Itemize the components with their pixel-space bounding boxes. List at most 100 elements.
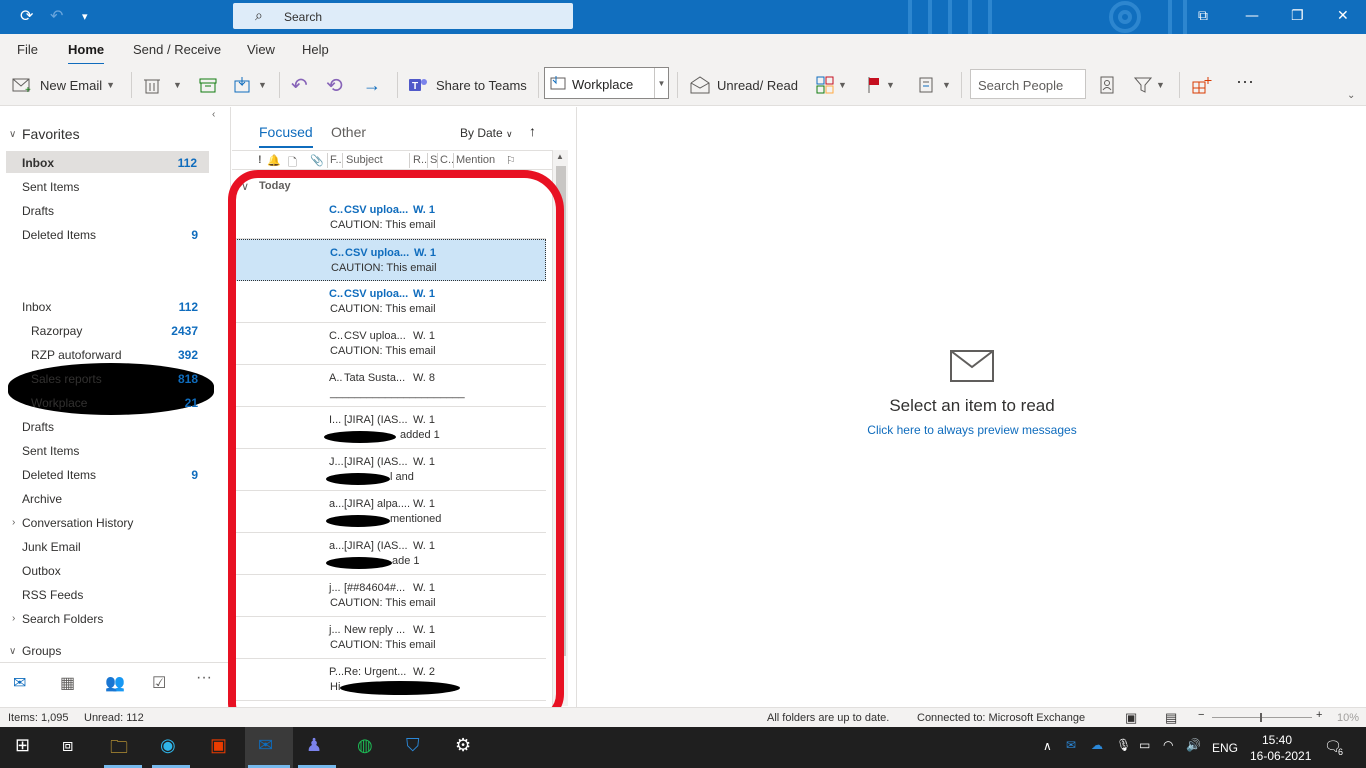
from-column[interactable]: F..	[330, 154, 342, 166]
ribbon-display-icon[interactable]: ⧉	[1198, 8, 1208, 24]
folder-sales-reports[interactable]: Sales reports 818	[0, 367, 210, 389]
move-button[interactable]: ▼	[234, 74, 267, 96]
tab-other[interactable]: Other	[331, 124, 366, 140]
reading-view-icon[interactable]: ▤	[1165, 710, 1177, 726]
windows-start-icon[interactable]: ⊞	[15, 735, 30, 756]
undo-icon[interactable]: ↶	[50, 6, 63, 26]
folder-razorpay[interactable]: Razorpay 2437	[0, 319, 210, 341]
icon-column-icon[interactable]: 🗋	[288, 154, 297, 173]
mention-column[interactable]: Mention	[456, 154, 495, 166]
collapse-pane-icon[interactable]: ‹	[212, 109, 215, 120]
scroll-thumb[interactable]	[556, 166, 566, 656]
sort-by-dropdown[interactable]: By Date ∨	[460, 126, 513, 140]
tasks-icon[interactable]: ☑	[152, 673, 166, 693]
message-row[interactable]: C.. CSV uploa... W. 1 CAUTION: This email	[232, 197, 546, 239]
scroll-up-icon[interactable]: ▲	[556, 152, 564, 161]
folder-conversation-history[interactable]: Conversation History	[0, 511, 210, 533]
attachment-column-icon[interactable]: 📎	[310, 154, 324, 167]
chevron-down-icon[interactable]: ▼	[654, 68, 668, 98]
settings-icon[interactable]: ⚙	[455, 735, 471, 756]
get-add-ins-button[interactable]	[1192, 74, 1212, 96]
folder-drafts[interactable]: Drafts	[0, 415, 210, 437]
move-to-folder-select[interactable]: Workplace ▼	[544, 67, 669, 99]
message-row[interactable]: C.. CSV uploa... W. 1 CAUTION: This email	[232, 239, 546, 281]
reply-icon[interactable]: ↶	[291, 74, 308, 97]
people-icon[interactable]: 👥	[105, 673, 125, 693]
folder-sent-items[interactable]: Sent Items	[0, 439, 210, 461]
flag-column-icon[interactable]: ⚐	[506, 154, 516, 167]
outlook-icon[interactable]: ✉	[258, 735, 273, 756]
minimize-button[interactable]: —	[1245, 8, 1259, 24]
folder-outbox[interactable]: Outbox	[0, 559, 210, 581]
spotify-icon[interactable]: ◍	[357, 735, 373, 756]
outlook-tray-icon[interactable]: ✉	[1066, 738, 1076, 752]
tab-file[interactable]: File	[17, 42, 38, 57]
zoom-out-icon[interactable]: −	[1198, 709, 1204, 721]
categories-column[interactable]: C..	[440, 154, 454, 166]
language-indicator[interactable]: ENG	[1212, 741, 1238, 755]
tab-help[interactable]: Help	[302, 42, 329, 57]
teams-taskbar-icon[interactable]: ♟	[306, 735, 322, 756]
mail-icon[interactable]: ✉	[13, 673, 26, 693]
more-apps-icon[interactable]: ···	[196, 669, 212, 687]
chevron-down-icon[interactable]: ∨	[9, 129, 16, 140]
folder-junk-email[interactable]: Junk Email	[0, 535, 210, 557]
subject-column[interactable]: Subject	[346, 154, 383, 166]
zoom-in-icon[interactable]: +	[1316, 709, 1322, 721]
message-row[interactable]: J... [JIRA] (IAS... W. 1 l and	[232, 449, 546, 491]
reply-all-icon[interactable]: ⟲	[326, 74, 343, 97]
tab-focused[interactable]: Focused	[259, 124, 313, 148]
always-preview-link[interactable]: Click here to always preview messages	[577, 423, 1366, 437]
scroll-down-icon[interactable]: ▼	[556, 695, 564, 704]
reminder-column-icon[interactable]: 🔔	[267, 154, 281, 167]
tab-home[interactable]: Home	[68, 42, 105, 66]
favorite-drafts[interactable]: Drafts	[0, 199, 210, 221]
received-column[interactable]: R..	[413, 154, 427, 166]
search-people-input[interactable]: Search People	[970, 69, 1086, 99]
clock-date[interactable]: 16-06-2021	[1250, 749, 1311, 763]
sort-direction-icon[interactable]: ↑	[529, 123, 536, 139]
message-row[interactable]: C.. CSV uploa... W. 1 CAUTION: This email	[232, 323, 546, 365]
tray-overflow-icon[interactable]: ∧	[1043, 739, 1052, 753]
folder-workplace[interactable]: Workplace 21	[0, 391, 210, 413]
groups-header[interactable]: Groups	[22, 644, 61, 658]
message-row[interactable]: A.. Tata Susta... W. 8 ____________________…	[232, 365, 546, 407]
rules-button[interactable]: ▼	[918, 74, 951, 96]
address-book-button[interactable]	[1099, 74, 1115, 96]
message-row[interactable]: j... [##84604#... W. 1 CAUTION: This email	[232, 575, 546, 617]
more-commands-button[interactable]: ···	[1236, 70, 1254, 92]
message-row[interactable]: j... New reply ... W. 1 CAUTION: This email	[232, 617, 546, 659]
normal-view-icon[interactable]: ▣	[1125, 710, 1137, 726]
wifi-icon[interactable]: ◠	[1163, 738, 1173, 752]
chevron-down-icon[interactable]: ∨	[9, 646, 16, 657]
message-row[interactable]: I... [JIRA] (IAS... W. 1 added 1	[232, 407, 546, 449]
file-explorer-icon[interactable]: 🗀	[110, 735, 128, 765]
tab-send-receive[interactable]: Send / Receive	[133, 42, 221, 57]
message-list-scrollbar[interactable]: ▲ ▼	[552, 150, 568, 706]
clock-time[interactable]: 15:40	[1262, 733, 1292, 747]
forward-icon[interactable]: →	[363, 74, 381, 96]
task-view-icon[interactable]: ⧈	[62, 735, 73, 756]
favorite-inbox[interactable]: Inbox 112	[6, 151, 209, 173]
archive-button[interactable]	[199, 74, 217, 96]
search-box[interactable]: ⌕ Search	[233, 3, 573, 29]
office-icon[interactable]: ▣	[210, 735, 227, 756]
message-row[interactable]: C.. CSV uploa... W. 1 CAUTION: This email	[232, 281, 546, 323]
new-email-button[interactable]: + New Email ▼	[12, 74, 115, 96]
group-header-today[interactable]: ∨ Today	[232, 176, 552, 196]
unread-read-button[interactable]: Unread/ Read	[690, 74, 798, 96]
message-row[interactable]: P... Re: Urgent... W. 2 Hi	[232, 659, 546, 701]
zoom-level[interactable]: 10%	[1337, 712, 1359, 724]
importance-column[interactable]: !	[258, 154, 262, 166]
battery-icon[interactable]: ▭	[1139, 738, 1150, 752]
folder-rss-feeds[interactable]: RSS Feeds	[0, 583, 210, 605]
calendar-icon[interactable]: ▦	[60, 673, 75, 693]
share-to-teams-button[interactable]: T Share to Teams	[407, 74, 527, 96]
restore-button[interactable]: ❐	[1291, 8, 1304, 24]
onedrive-icon[interactable]: ☁	[1091, 738, 1103, 752]
folder-deleted-items[interactable]: Deleted Items 9	[0, 463, 210, 485]
folder-archive[interactable]: Archive	[0, 487, 210, 509]
favorite-deleted-items[interactable]: Deleted Items 9	[0, 223, 210, 245]
volume-icon[interactable]: 🔊	[1186, 738, 1201, 752]
sync-icon[interactable]: ⟳	[20, 6, 33, 26]
